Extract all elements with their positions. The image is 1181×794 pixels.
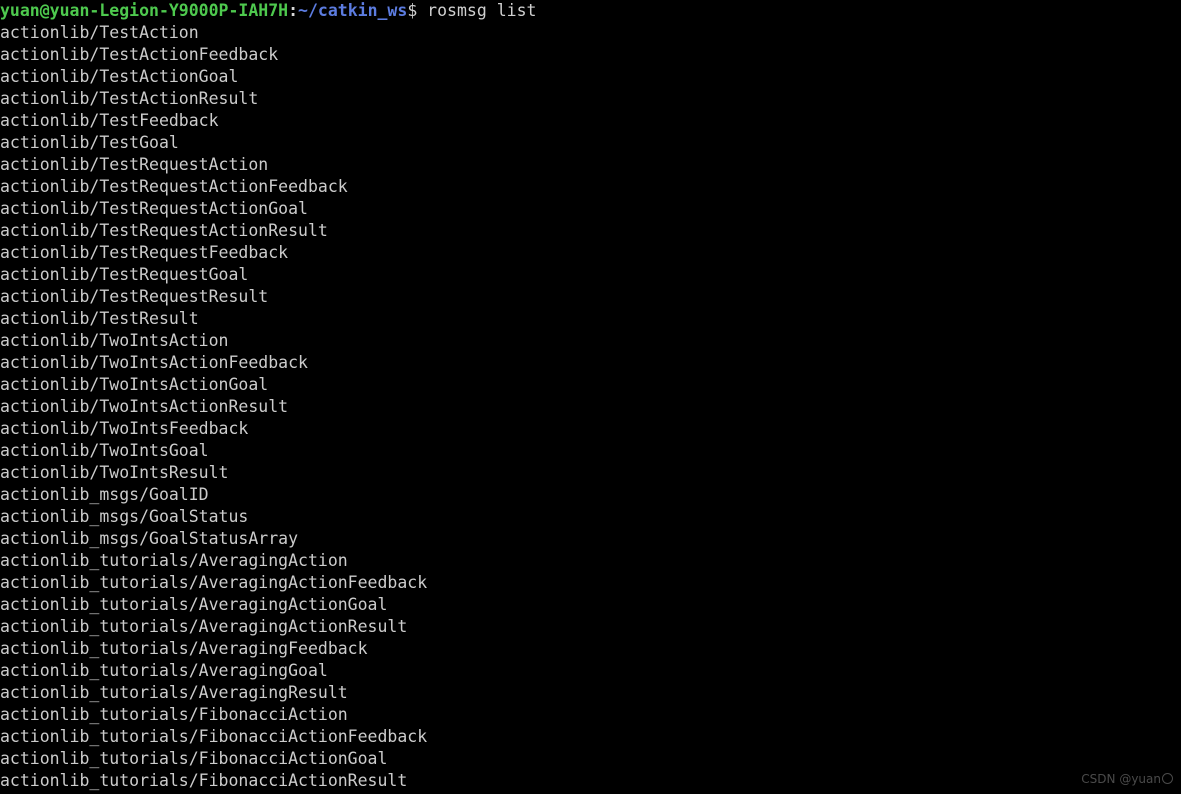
prompt-sigil: $	[407, 1, 418, 20]
prompt-user-host: yuan@yuan-Legion-Y9000P-IAH7H	[0, 1, 289, 20]
output-line: actionlib_tutorials/FibonacciActionFeedb…	[0, 727, 428, 746]
output-line: actionlib/TestResult	[0, 309, 199, 328]
output-line: actionlib_tutorials/AveragingResult	[0, 683, 348, 702]
output-line: actionlib/TestRequestFeedback	[0, 243, 289, 262]
output-line: actionlib_tutorials/FibonacciAction	[0, 705, 348, 724]
output-line: actionlib_msgs/GoalID	[0, 485, 209, 504]
output-line: actionlib/TestRequestActionResult	[0, 221, 328, 240]
output-line: actionlib_tutorials/AveragingActionResul…	[0, 617, 408, 636]
output-line: actionlib_tutorials/AveragingFeedback	[0, 639, 368, 658]
prompt-command: rosmsg list	[417, 1, 537, 20]
output-line: actionlib/TwoIntsAction	[0, 331, 229, 350]
output-line: actionlib/TestActionGoal	[0, 67, 239, 86]
output-line: actionlib/TestGoal	[0, 133, 179, 152]
output-line: actionlib_tutorials/FibonacciActionResul…	[0, 771, 408, 790]
output-line: actionlib_tutorials/AveragingActionGoal	[0, 595, 388, 614]
output-line: actionlib/TestRequestActionGoal	[0, 199, 308, 218]
output-line: actionlib_tutorials/AveragingGoal	[0, 661, 328, 680]
output-line: actionlib/TwoIntsGoal	[0, 441, 209, 460]
circle-icon	[1162, 773, 1173, 784]
output-line: actionlib/TestRequestGoal	[0, 265, 249, 284]
output-line: actionlib/TwoIntsFeedback	[0, 419, 249, 438]
watermark-label: CSDN @yuan	[1081, 772, 1161, 786]
output-line: actionlib/TestFeedback	[0, 111, 219, 130]
output-line: actionlib_msgs/GoalStatus	[0, 507, 249, 526]
output-line: actionlib_msgs/GoalStatusArray	[0, 529, 299, 548]
output-line: actionlib_tutorials/AveragingActionFeedb…	[0, 573, 428, 592]
prompt-working-directory: ~/catkin_ws	[298, 1, 408, 20]
output-line: actionlib_tutorials/AveragingAction	[0, 551, 348, 570]
output-line: actionlib/TestRequestActionFeedback	[0, 177, 348, 196]
csdn-watermark: CSDN @yuan	[1081, 772, 1173, 786]
output-line: actionlib/TestActionFeedback	[0, 45, 279, 64]
output-line: actionlib/TwoIntsActionGoal	[0, 375, 269, 394]
prompt-separator: :	[288, 1, 299, 20]
output-line: actionlib/TestActionResult	[0, 89, 259, 108]
output-line: actionlib/TestAction	[0, 23, 199, 42]
output-line: actionlib/TestRequestAction	[0, 155, 269, 174]
output-line: actionlib/TwoIntsActionFeedback	[0, 353, 308, 372]
shell-prompt-line: yuan@yuan-Legion-Y9000P-IAH7H:~/catkin_w…	[0, 0, 1181, 22]
output-line: actionlib/TwoIntsActionResult	[0, 397, 289, 416]
terminal-window[interactable]: yuan@yuan-Legion-Y9000P-IAH7H:~/catkin_w…	[0, 0, 1181, 794]
command-output: actionlib/TestAction actionlib/TestAction…	[0, 22, 1181, 794]
output-line: actionlib/TestRequestResult	[0, 287, 269, 306]
output-line: actionlib_tutorials/FibonacciActionGoal	[0, 749, 388, 768]
terminal-screen[interactable]: yuan@yuan-Legion-Y9000P-IAH7H:~/catkin_w…	[0, 0, 1181, 794]
output-line: actionlib/TwoIntsResult	[0, 463, 229, 482]
